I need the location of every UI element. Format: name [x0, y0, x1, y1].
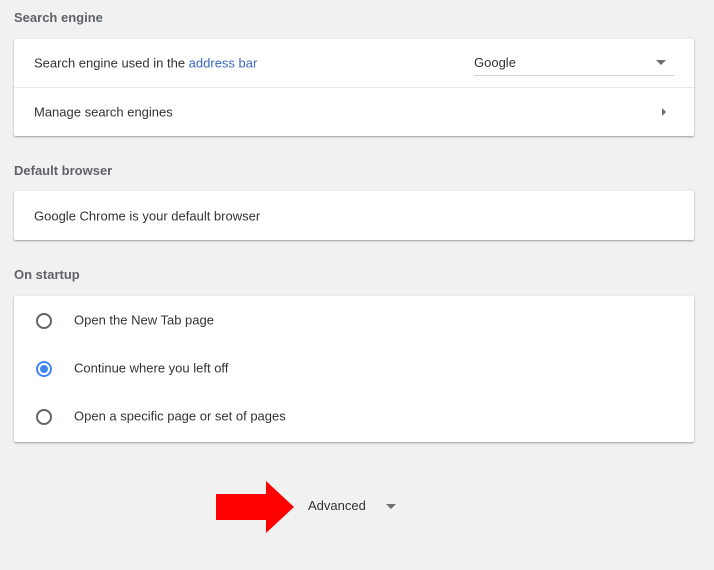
dropdown-arrow-icon — [656, 60, 666, 65]
startup-option-continue[interactable]: Continue where you left off — [14, 344, 694, 392]
red-arrow-annotation-icon — [216, 481, 294, 533]
on-startup-card: Open the New Tab page Continue where you… — [14, 296, 694, 442]
address-bar-link[interactable]: address bar — [189, 56, 258, 71]
search-engine-select[interactable]: Google — [474, 49, 674, 76]
section-title-default-browser: Default browser — [14, 163, 113, 178]
default-browser-card: Google Chrome is your default browser — [14, 191, 694, 240]
default-browser-status: Google Chrome is your default browser — [34, 208, 261, 223]
startup-option-label: Continue where you left off — [74, 360, 229, 376]
section-title-search-engine: Search engine — [14, 10, 103, 25]
startup-option-label: Open a specific page or set of pages — [74, 408, 286, 424]
manage-search-engines-label: Manage search engines — [34, 104, 173, 120]
advanced-label: Advanced — [308, 498, 366, 513]
manage-search-engines-row[interactable]: Manage search engines — [14, 88, 694, 136]
search-engine-label-prefix: Search engine used in the — [34, 55, 189, 71]
search-engine-label: Search engine used in the address bar — [34, 56, 257, 71]
radio-button-checked[interactable] — [36, 361, 52, 377]
chevron-down-icon — [386, 504, 396, 509]
chevron-right-icon — [662, 108, 666, 116]
search-engine-select-value: Google — [474, 55, 516, 70]
startup-option-label: Open the New Tab page — [74, 312, 214, 328]
advanced-button[interactable]: Advanced — [296, 490, 406, 520]
search-engine-card: Search engine used in the address bar Go… — [14, 39, 694, 136]
radio-button[interactable] — [36, 313, 52, 329]
search-engine-row: Search engine used in the address bar Go… — [14, 39, 694, 87]
startup-option-new-tab[interactable]: Open the New Tab page — [14, 296, 694, 344]
radio-button[interactable] — [36, 409, 52, 425]
default-browser-row: Google Chrome is your default browser — [14, 191, 694, 240]
section-title-on-startup: On startup — [14, 267, 80, 282]
startup-option-specific-pages[interactable]: Open a specific page or set of pages — [14, 392, 694, 440]
